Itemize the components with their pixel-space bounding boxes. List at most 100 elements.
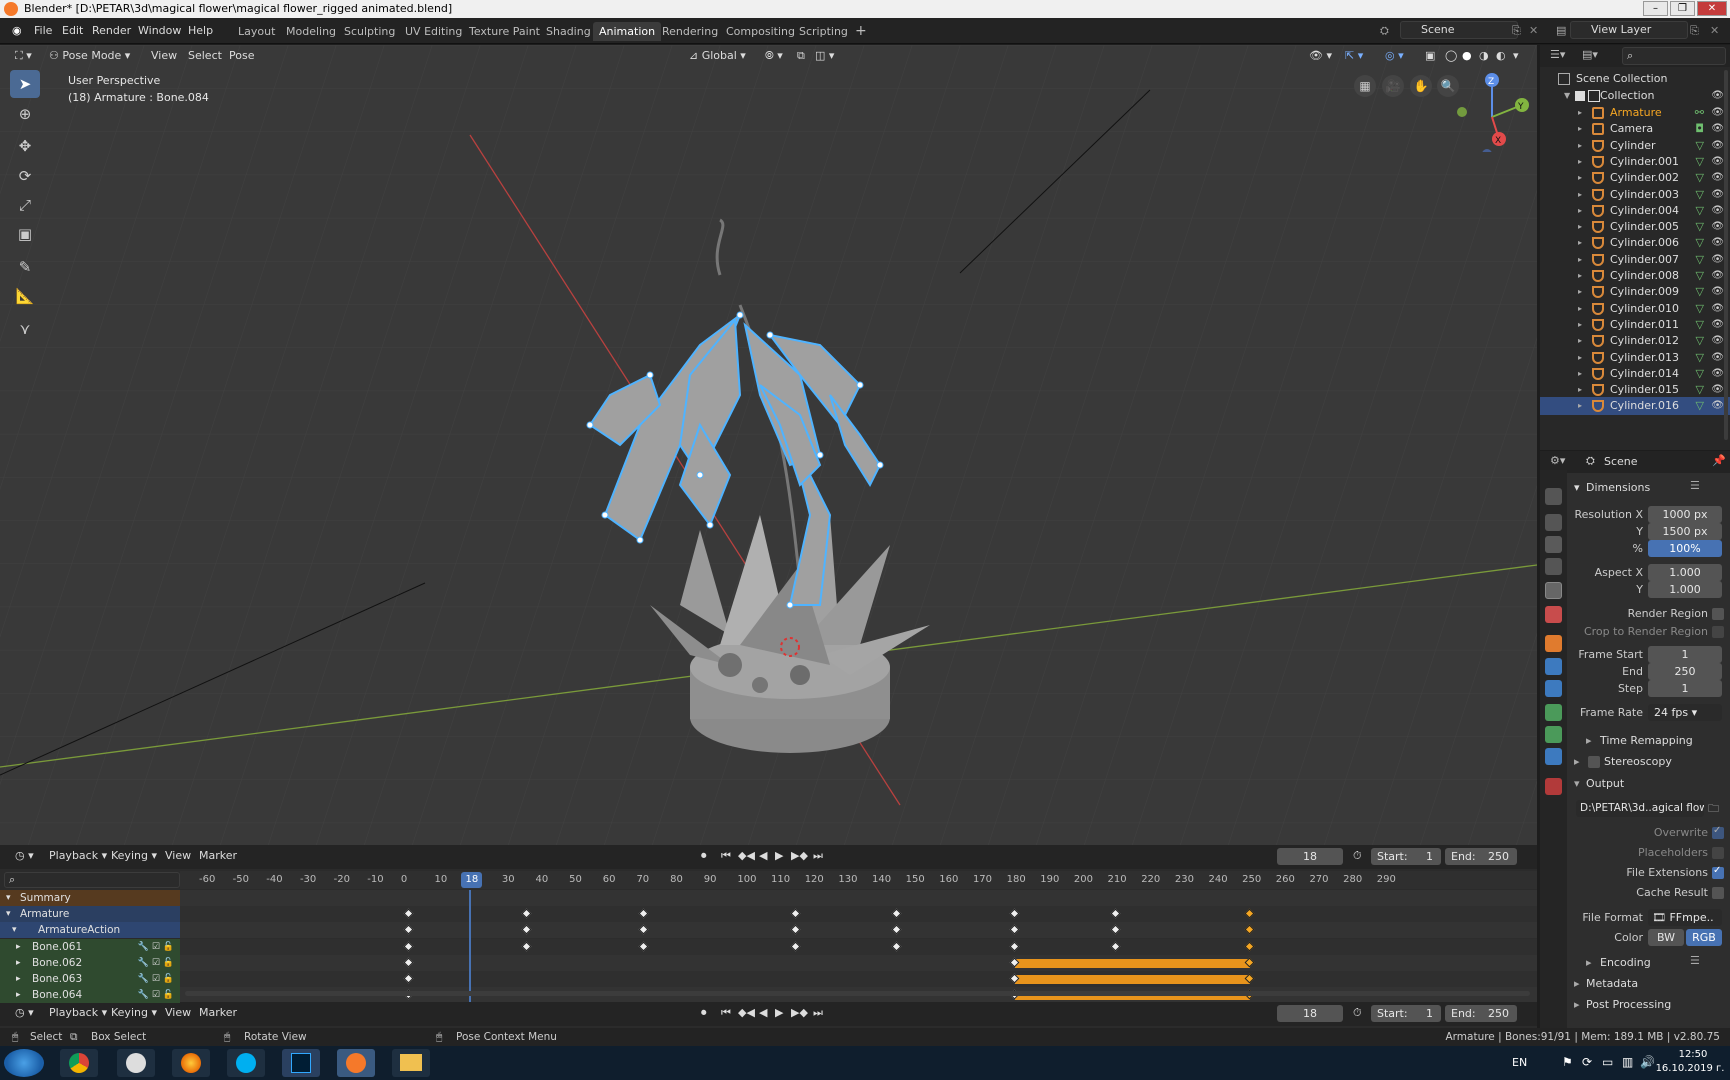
aspect-y-field[interactable]: 1.000 — [1648, 581, 1722, 598]
expand-item-icon[interactable]: ▸ — [1578, 218, 1582, 236]
frame-end-field[interactable]: 250 — [1648, 663, 1722, 680]
workspace-tab-animation[interactable]: Animation — [593, 22, 662, 41]
blender-menu-icon[interactable]: ◉ — [6, 22, 28, 40]
outliner-item[interactable]: ▸ Cylinder.010 ▽ 👁 — [1540, 300, 1730, 318]
channel-summary-row[interactable]: ▾ Summary — [0, 890, 180, 906]
channel-bone-row[interactable]: ▸ Bone.063 🔧 ☑ 🔓 — [0, 971, 180, 987]
tray-sync-icon[interactable]: ⟳ — [1582, 1055, 1592, 1069]
blender-taskbar-icon[interactable] — [337, 1049, 375, 1077]
preview-range-icon[interactable]: ⏱ — [1348, 847, 1367, 865]
texture-tab-icon[interactable] — [1545, 778, 1562, 795]
visibility-eye-icon[interactable]: 👁 — [1711, 120, 1724, 138]
channel-expand-icon[interactable]: ▸ — [16, 955, 21, 971]
timeline-menu-playback[interactable]: Playback ▾ — [44, 847, 112, 865]
visibility-eye-icon[interactable]: 👁 — [1711, 169, 1724, 187]
mesh-data-icon[interactable]: ▽ — [1696, 332, 1704, 350]
visibility-eye-icon[interactable]: 👁 — [1711, 397, 1724, 415]
mesh-data-icon[interactable]: ▽ — [1696, 283, 1704, 301]
workspace-tab-texture-paint[interactable]: Texture Paint — [463, 22, 546, 41]
overwrite-checkbox[interactable] — [1712, 825, 1724, 839]
auto-keying-icon-2[interactable]: ⏺ — [696, 1004, 712, 1022]
channel-expand-icon[interactable]: ▸ — [16, 939, 21, 955]
expand-item-icon[interactable]: ▸ — [1578, 381, 1582, 399]
mode-selector[interactable]: ⚇ Pose Mode ▾ — [44, 47, 135, 65]
expand-item-icon[interactable]: ▸ — [1578, 283, 1582, 301]
outliner-scrollbar[interactable] — [1724, 70, 1728, 440]
metadata-section-label[interactable]: Metadata — [1586, 977, 1638, 990]
output-section-label[interactable]: Output — [1586, 777, 1624, 790]
workspace-tab-shading[interactable]: Shading — [540, 22, 597, 41]
delete-scene-icon[interactable]: ✕ — [1523, 22, 1544, 40]
outliner-item[interactable]: ▸ Cylinder.001 ▽ 👁 — [1540, 153, 1730, 171]
workspace-tab-compositing[interactable]: Compositing — [720, 22, 801, 41]
camera-view-icon[interactable]: 🎥 — [1382, 75, 1404, 97]
post-processing-expand-icon[interactable]: ▸ — [1574, 998, 1580, 1011]
time-remapping-expand-icon[interactable]: ▸ — [1586, 734, 1592, 747]
visibility-eye-icon[interactable]: 👁 — [1711, 153, 1724, 171]
timeline2-menu-playback[interactable]: Playback ▾ — [44, 1004, 112, 1022]
channel-controls-icon[interactable]: 🔧 ☑ 🔓 — [138, 955, 174, 971]
firefox-taskbar-icon[interactable] — [172, 1049, 210, 1077]
3d-viewport[interactable]: ⛶ ▾ ⚇ Pose Mode ▾ View Select Pose ⊿ Glo… — [0, 45, 1537, 845]
mesh-data-icon[interactable]: ▽ — [1696, 153, 1704, 171]
outliner-item[interactable]: ▸ Cylinder.003 ▽ 👁 — [1540, 186, 1730, 204]
delete-view-layer-icon[interactable]: ✕ — [1704, 22, 1725, 40]
channel-bone-row[interactable]: ▸ Bone.061 🔧 ☑ 🔓 — [0, 938, 180, 955]
mesh-data-icon[interactable]: ▽ — [1696, 349, 1704, 367]
visibility-eye-icon[interactable]: 👁 — [1711, 251, 1724, 269]
outliner-item[interactable]: ▸ Cylinder.016 ▽ 👁 — [1540, 397, 1730, 416]
encoding-subpanel[interactable]: Encoding — [1600, 956, 1651, 969]
expand-collection-icon[interactable]: ▼ — [1564, 87, 1570, 105]
playhead-line[interactable] — [469, 890, 472, 1007]
mesh-data-icon[interactable]: ▽ — [1696, 300, 1704, 318]
visibility-eye-icon[interactable]: 👁 — [1711, 87, 1724, 105]
outliner-editor-type-icon[interactable]: ☰▾ — [1550, 48, 1565, 61]
visibility-eye-icon[interactable]: 👁 — [1711, 365, 1724, 383]
render-tab-icon[interactable] — [1545, 514, 1562, 531]
cursor-tool-icon[interactable]: ⊕ — [10, 100, 40, 128]
mesh-data-icon[interactable]: ▽ — [1696, 267, 1704, 285]
color-bw-button[interactable]: BW — [1648, 929, 1684, 946]
resolution-y-field[interactable]: 1500 px — [1648, 523, 1722, 540]
overlay-toggle-icon[interactable]: ◎ ▾ — [1380, 47, 1409, 65]
expand-item-icon[interactable]: ▸ — [1578, 267, 1582, 285]
bone-size-tool-icon[interactable]: ⋎ — [10, 315, 40, 343]
expand-item-icon[interactable]: ▸ — [1578, 365, 1582, 383]
mesh-data-icon[interactable]: ▽ — [1696, 251, 1704, 269]
scene-browse-icon[interactable]: ⛭ — [1374, 22, 1395, 40]
viewport-menu-view[interactable]: View — [146, 47, 182, 65]
timeline2-menu-keying[interactable]: Keying ▾ — [106, 1004, 162, 1022]
mesh-data-icon[interactable]: ▽ — [1696, 169, 1704, 187]
outliner-display-mode-icon[interactable]: ▤▾ — [1582, 48, 1598, 61]
menu-help[interactable]: Help — [182, 22, 219, 40]
proportional-edit-icon[interactable]: ◫ ▾ — [810, 47, 839, 65]
outliner-collection-row[interactable]: ▼ Collection 👁 — [1540, 87, 1730, 105]
output-path-field[interactable]: D:\PETAR\3d..agical flower — [1576, 800, 1704, 817]
timeline-end-field[interactable]: End: 250 — [1445, 848, 1517, 865]
stereoscopy-expand-icon[interactable]: ▸ — [1574, 755, 1580, 768]
keyframe-hold-bar[interactable] — [1014, 975, 1251, 984]
modifiers-tab-icon[interactable] — [1545, 658, 1562, 675]
frame-rate-dropdown[interactable]: 24 fps ▾ — [1648, 704, 1722, 721]
expand-item-icon[interactable]: ▸ — [1578, 316, 1582, 334]
keyframe-hold-bar[interactable] — [1014, 958, 1251, 968]
mesh-data-icon[interactable]: ▽ — [1696, 137, 1704, 155]
channel-object-row[interactable]: ▾ Armature — [0, 906, 180, 923]
frame-start-field[interactable]: 1 — [1648, 646, 1722, 663]
object-tab-icon[interactable] — [1545, 635, 1562, 652]
outliner-item[interactable]: ▸ Cylinder.012 ▽ 👁 — [1540, 332, 1730, 350]
photoshop-taskbar-icon[interactable] — [282, 1049, 320, 1077]
measure-tool-icon[interactable]: 📐 — [10, 282, 40, 310]
language-indicator[interactable]: EN — [1512, 1056, 1527, 1069]
visibility-eye-icon[interactable]: 👁 — [1711, 381, 1724, 399]
metadata-expand-icon[interactable]: ▸ — [1574, 977, 1580, 990]
collection-checkbox[interactable] — [1575, 91, 1585, 101]
timeline-end-field-2[interactable]: End: 250 — [1445, 1005, 1517, 1022]
shading-options-icon[interactable]: ▾ — [1508, 47, 1524, 65]
visibility-eye-icon[interactable]: 👁 — [1711, 283, 1724, 301]
dimensions-expand-icon[interactable]: ▾ — [1574, 481, 1580, 494]
current-frame-indicator[interactable]: 18 — [461, 872, 483, 888]
keyframe-area[interactable] — [180, 890, 1537, 1007]
move-tool-icon[interactable]: ✥ — [10, 132, 40, 160]
timeline2-menu-view[interactable]: View — [160, 1004, 196, 1022]
